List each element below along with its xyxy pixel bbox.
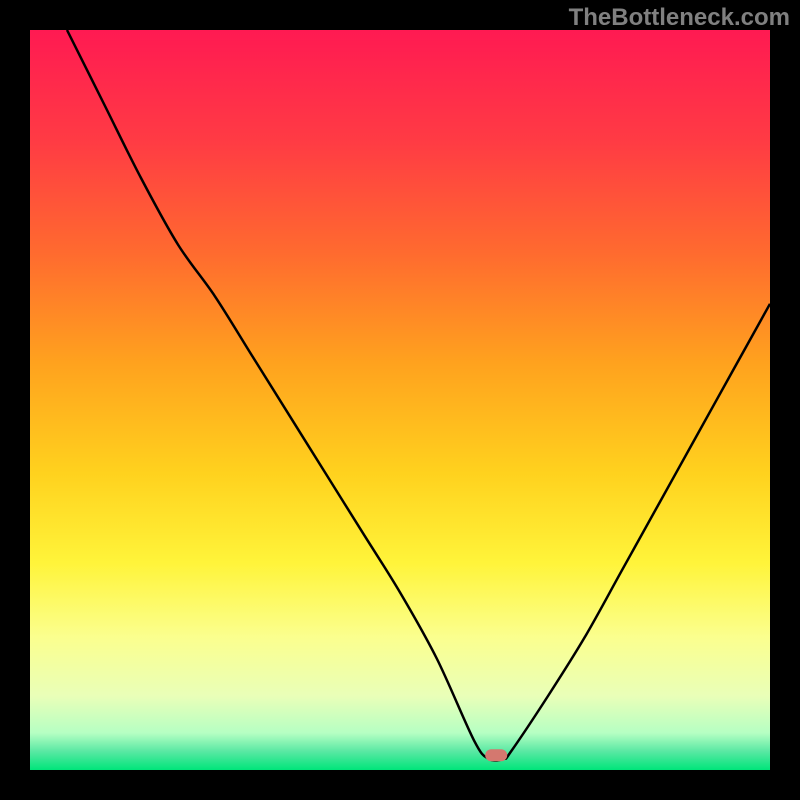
bottleneck-chart [0, 0, 800, 800]
optimum-marker [485, 749, 507, 761]
chart-container: TheBottleneck.com [0, 0, 800, 800]
watermark-text: TheBottleneck.com [569, 4, 790, 32]
plot-background [30, 30, 770, 770]
